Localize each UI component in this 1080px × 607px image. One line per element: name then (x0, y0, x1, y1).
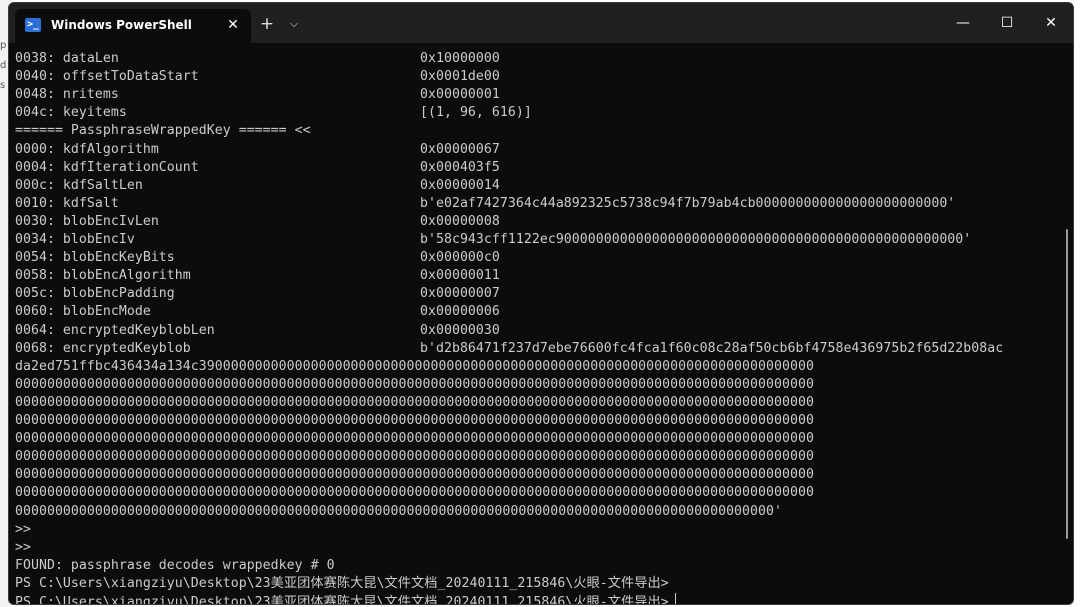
field-value: [(1, 96, 616)] (420, 105, 532, 121)
field-name: 0030: blobEncIvLen (15, 213, 159, 229)
prompt-path: PS C:\Users\xiangziyu\Desktop\23美亚团体赛陈大昆… (15, 595, 669, 605)
chevron-down-icon[interactable]: ⌵ (285, 14, 303, 34)
field-value: b'58c943cff1122ec90000000000000000000000… (420, 232, 972, 247)
field-name: 0060: blobEncMode (15, 304, 151, 320)
field-name: 0040: offsetToDataStart (15, 69, 199, 85)
terminal-output[interactable]: 0038: dataLen 0x10000000 0040: offsetToDat… (9, 43, 1073, 605)
terminal-line: 0000000000000000000000000000000000000000… (15, 431, 814, 447)
field-name: 004c: keyitems (15, 105, 127, 121)
field-value: 0x000403f5 (420, 159, 500, 175)
text-cursor (674, 593, 677, 604)
background-window-text: s (0, 80, 6, 91)
field-value: 0x0001de00 (420, 69, 500, 85)
field-name: 0004: kdfIterationCount (15, 159, 199, 175)
found-message: FOUND: passphrase decodes wrappedkey # 0 (15, 557, 335, 573)
field-name: 0054: blobEncKeyBits (15, 250, 175, 266)
field-name: 0010: kdfSalt (15, 195, 119, 211)
scrollbar[interactable] (1066, 229, 1068, 539)
close-icon[interactable]: ✕ (223, 15, 243, 35)
field-value: b'e02af7427364c44a892325c5738c94f7b79ab4… (420, 195, 956, 211)
field-name: 005c: blobEncPadding (15, 286, 175, 302)
terminal-line: 0000000000000000000000000000000000000000… (15, 485, 814, 501)
terminal-line: 0000000000000000000000000000000000000000… (15, 449, 814, 465)
field-name: 0034: blobEncIv (15, 232, 135, 247)
field-name: 0038: dataLen (15, 51, 119, 66)
title-bar[interactable]: >_ Windows PowerShell ✕ + ⌵ — ☐ ✕ (9, 3, 1073, 43)
field-value: 0x00000030 (420, 322, 500, 338)
field-value: 0x00000011 (420, 268, 500, 284)
continuation-prompt: >> (15, 539, 31, 555)
terminal-line: 0000000000000000000000000000000000000000… (15, 376, 814, 392)
field-name: 000c: kdfSaltLen (15, 177, 143, 193)
field-value: 0x000000c0 (420, 250, 500, 266)
field-value: 0x00000008 (420, 213, 500, 229)
continuation-prompt: >> (15, 521, 31, 537)
field-name: 0068: encryptedKeyblob (15, 340, 191, 356)
powershell-window: >_ Windows PowerShell ✕ + ⌵ — ☐ ✕ 0038: … (8, 2, 1074, 605)
field-name: ====== PassphraseWrappedKey ====== << (15, 123, 311, 139)
field-name: 0058: blobEncAlgorithm (15, 268, 191, 284)
prompt-path: PS C:\Users\xiangziyu\Desktop\23美亚团体赛陈大昆… (15, 575, 669, 591)
close-icon[interactable]: ✕ (1029, 7, 1073, 39)
field-value: 0x00000014 (420, 177, 500, 193)
field-name: 0048: nritems (15, 87, 119, 103)
field-value: b'd2b86471f237d7ebe76600fc4fca1f60c08c28… (420, 340, 1004, 356)
tab-title: Windows PowerShell (51, 18, 192, 32)
powershell-prompt: PS C:\Users\xiangziyu\Desktop\23美亚团体赛陈大昆… (15, 593, 677, 605)
terminal-line: 0000000000000000000000000000000000000000… (15, 413, 814, 428)
field-name: 0000: kdfAlgorithm (15, 141, 159, 157)
field-value: 0x00000006 (420, 304, 500, 320)
powershell-prompt: PS C:\Users\xiangziyu\Desktop\23美亚团体赛陈大昆… (15, 575, 669, 593)
field-value: 0x00000001 (420, 87, 500, 103)
powershell-icon: >_ (25, 18, 41, 32)
field-name: 0064: encryptedKeyblobLen (15, 322, 215, 338)
maximize-icon[interactable]: ☐ (985, 7, 1029, 39)
terminal-line: 0000000000000000000000000000000000000000… (15, 503, 782, 519)
minimize-icon[interactable]: — (941, 7, 985, 39)
terminal-line: da2ed751ffbc436434a134c39000000000000000… (15, 358, 814, 374)
terminal-line: 0000000000000000000000000000000000000000… (15, 394, 814, 410)
field-value: 0x00000067 (420, 141, 500, 157)
terminal-line: 0000000000000000000000000000000000000000… (15, 467, 814, 483)
background-window-text: d (0, 60, 7, 71)
plus-icon[interactable]: + (257, 14, 277, 34)
tab-windows-powershell[interactable]: >_ Windows PowerShell ✕ (15, 9, 251, 43)
background-window-text: p (0, 40, 7, 51)
field-value: 0x10000000 (420, 51, 500, 66)
field-value: 0x00000007 (420, 286, 500, 302)
